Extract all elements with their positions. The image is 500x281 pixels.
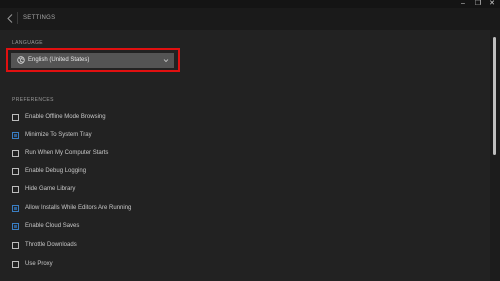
window-titlebar bbox=[0, 0, 500, 8]
checkbox[interactable] bbox=[12, 205, 19, 212]
language-section-label: LANGUAGE bbox=[12, 40, 43, 46]
checkbox[interactable] bbox=[12, 168, 19, 175]
pref-label: Run When My Computer Starts bbox=[25, 150, 109, 156]
pref-label: Enable Offline Mode Browsing bbox=[25, 114, 106, 120]
pref-throttle-downloads[interactable]: Throttle Downloads bbox=[12, 241, 312, 251]
settings-header bbox=[0, 8, 500, 30]
close-button[interactable]: ✕ bbox=[487, 0, 497, 8]
header-divider bbox=[17, 12, 18, 24]
checkbox[interactable] bbox=[12, 261, 19, 268]
pref-cloud-saves[interactable]: Enable Cloud Saves bbox=[12, 222, 312, 232]
checkbox[interactable] bbox=[12, 114, 19, 121]
preferences-section-label: PREFERENCES bbox=[12, 97, 54, 103]
pref-label: Enable Debug Logging bbox=[25, 168, 87, 174]
restore-button[interactable]: ❐ bbox=[473, 0, 483, 8]
pref-label: Allow Installs While Editors Are Running bbox=[25, 205, 132, 211]
pref-label: Enable Cloud Saves bbox=[25, 223, 80, 229]
pref-allow-installs[interactable]: Allow Installs While Editors Are Running bbox=[12, 204, 312, 214]
checkbox[interactable] bbox=[12, 150, 19, 157]
checkbox[interactable] bbox=[12, 242, 19, 249]
checkbox[interactable] bbox=[12, 132, 19, 139]
pref-label: Hide Game Library bbox=[25, 186, 76, 192]
pref-label: Use Proxy bbox=[25, 261, 53, 267]
language-dropdown[interactable]: English (United States) bbox=[11, 53, 174, 68]
minimize-button[interactable]: – bbox=[458, 0, 468, 8]
chevron-down-icon bbox=[163, 59, 169, 63]
pref-offline-mode[interactable]: Enable Offline Mode Browsing bbox=[12, 113, 312, 123]
page-title: SETTINGS bbox=[23, 15, 56, 21]
checkbox[interactable] bbox=[12, 186, 19, 193]
pref-label: Minimize To System Tray bbox=[25, 132, 92, 138]
language-selected-value: English (United States) bbox=[28, 57, 90, 63]
pref-hide-library[interactable]: Hide Game Library bbox=[12, 185, 312, 195]
scrollbar-thumb[interactable] bbox=[493, 37, 496, 155]
pref-run-at-startup[interactable]: Run When My Computer Starts bbox=[12, 149, 312, 159]
pref-minimize-tray[interactable]: Minimize To System Tray bbox=[12, 131, 312, 141]
pref-use-proxy[interactable]: Use Proxy bbox=[12, 260, 312, 270]
chevron-left-icon[interactable] bbox=[7, 14, 13, 23]
pref-label: Throttle Downloads bbox=[25, 242, 77, 248]
globe-icon bbox=[17, 56, 25, 64]
checkbox[interactable] bbox=[12, 223, 19, 230]
pref-debug-logging[interactable]: Enable Debug Logging bbox=[12, 167, 312, 177]
